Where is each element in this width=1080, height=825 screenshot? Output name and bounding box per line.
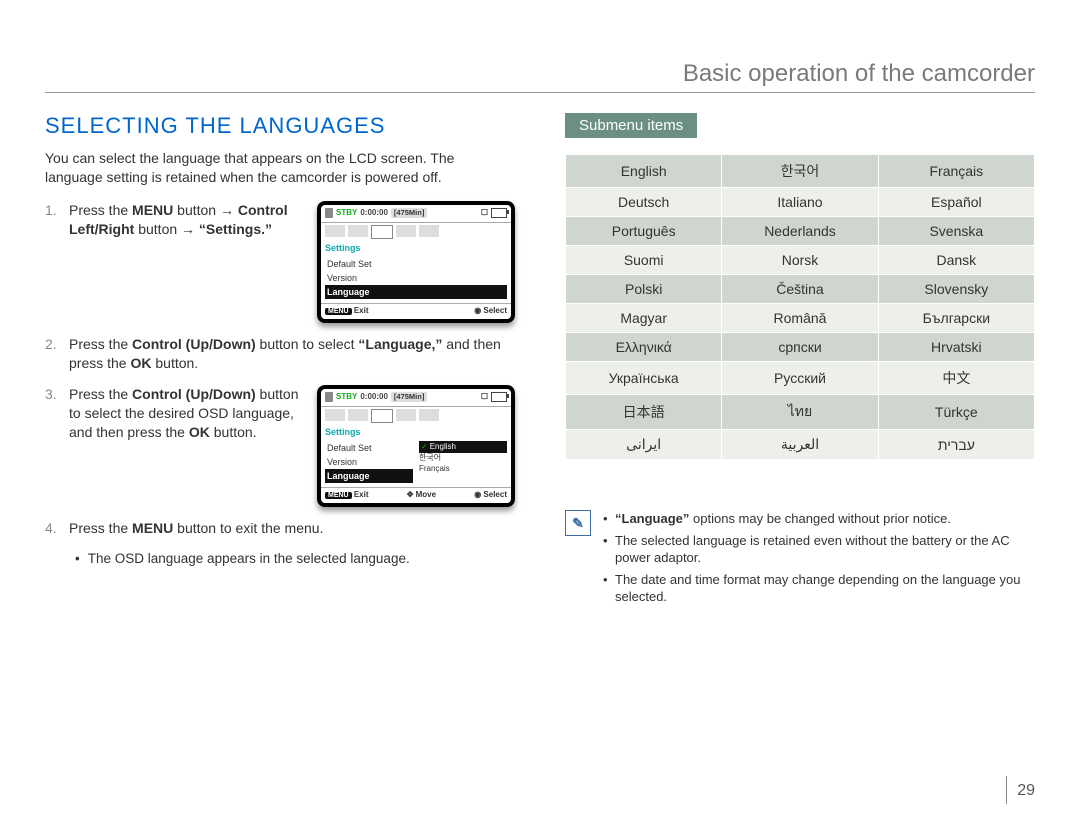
step-number: 3.: [45, 385, 61, 404]
language-cell: Norsk: [722, 246, 878, 275]
table-row: ΕλληνικάсрпскиHrvatski: [566, 333, 1035, 362]
step: 1. Press the MENU button → Control Left/R…: [45, 201, 515, 323]
step-text: Press the Control (Up/Down) button to se…: [69, 335, 515, 373]
language-cell: ایرانی: [566, 430, 722, 460]
language-cell: Magyar: [566, 304, 722, 333]
step-number: 1.: [45, 201, 61, 220]
language-cell: Български: [878, 304, 1034, 333]
table-row: 日本語ไทยTürkçe: [566, 395, 1035, 430]
language-cell: Русский: [722, 362, 878, 395]
submenu-pill: Submenu items: [565, 113, 697, 138]
steps-list: 1. Press the MENU button → Control Left/R…: [45, 201, 515, 538]
table-row: УкраїнськаРусский中文: [566, 362, 1035, 395]
language-cell: Suomi: [566, 246, 722, 275]
step-text: Press the MENU button to exit the menu.: [69, 519, 515, 538]
language-cell: 한국어: [722, 155, 878, 188]
language-cell: 日本語: [566, 395, 722, 430]
lcd-screenshot: STBY 0:00:00 [475Min]☐SettingsDefault Se…: [317, 201, 515, 323]
languages-table: English한국어FrançaisDeutschItalianoEspañol…: [565, 154, 1035, 460]
result-bullet: The OSD language appears in the selected…: [75, 550, 515, 568]
table-row: ایرانیالعربیةעברית: [566, 430, 1035, 460]
note-item: “Language” options may be changed withou…: [603, 510, 1035, 528]
right-column: Submenu items English한국어FrançaisDeutschI…: [565, 113, 1035, 610]
language-cell: Nederlands: [722, 217, 878, 246]
page-header: Basic operation of the camcorder: [45, 60, 1035, 93]
page-number: 29: [1007, 782, 1035, 800]
step-text: Press the MENU button → Control Left/Rig…: [69, 201, 309, 239]
language-cell: Slovensky: [878, 275, 1034, 304]
language-cell: Italiano: [722, 188, 878, 217]
notes-box: ✎ “Language” options may be changed with…: [565, 510, 1035, 610]
language-cell: Polski: [566, 275, 722, 304]
language-cell: Português: [566, 217, 722, 246]
table-row: PolskiČeštinaSlovensky: [566, 275, 1035, 304]
notes-list: “Language” options may be changed withou…: [603, 510, 1035, 610]
step-number: 2.: [45, 335, 61, 354]
note-item: The date and time format may change depe…: [603, 571, 1035, 606]
language-cell: Español: [878, 188, 1034, 217]
step-text: Press the Control (Up/Down) button to se…: [69, 385, 309, 442]
language-cell: Ελληνικά: [566, 333, 722, 362]
language-cell: Deutsch: [566, 188, 722, 217]
step: 3. Press the Control (Up/Down) button to …: [45, 385, 515, 507]
table-row: SuomiNorskDansk: [566, 246, 1035, 275]
language-cell: Türkçe: [878, 395, 1034, 430]
section-heading: SELECTING THE LANGUAGES: [45, 113, 515, 139]
language-cell: Українська: [566, 362, 722, 395]
language-cell: српски: [722, 333, 878, 362]
table-row: DeutschItalianoEspañol: [566, 188, 1035, 217]
language-cell: Hrvatski: [878, 333, 1034, 362]
header-title: Basic operation of the camcorder: [45, 60, 1035, 88]
language-cell: Français: [878, 155, 1034, 188]
language-cell: Română: [722, 304, 878, 333]
step-number: 4.: [45, 519, 61, 538]
language-cell: Dansk: [878, 246, 1034, 275]
intro-text: You can select the language that appears…: [45, 149, 515, 187]
language-cell: English: [566, 155, 722, 188]
language-cell: Čeština: [722, 275, 878, 304]
language-cell: 中文: [878, 362, 1034, 395]
table-row: English한국어Français: [566, 155, 1035, 188]
table-row: PortuguêsNederlandsSvenska: [566, 217, 1035, 246]
note-item: The selected language is retained even w…: [603, 532, 1035, 567]
step: 4. Press the MENU button to exit the menu…: [45, 519, 515, 538]
left-column: SELECTING THE LANGUAGES You can select t…: [45, 113, 515, 610]
table-row: MagyarRomânăБългарски: [566, 304, 1035, 333]
language-cell: עברית: [878, 430, 1034, 460]
note-icon: ✎: [565, 510, 591, 536]
step: 2. Press the Control (Up/Down) button to …: [45, 335, 515, 373]
language-cell: Svenska: [878, 217, 1034, 246]
lcd-screenshot: STBY 0:00:00 [475Min]☐SettingsDefault Se…: [317, 385, 515, 507]
language-cell: ไทย: [722, 395, 878, 430]
language-cell: العربیة: [722, 430, 878, 460]
